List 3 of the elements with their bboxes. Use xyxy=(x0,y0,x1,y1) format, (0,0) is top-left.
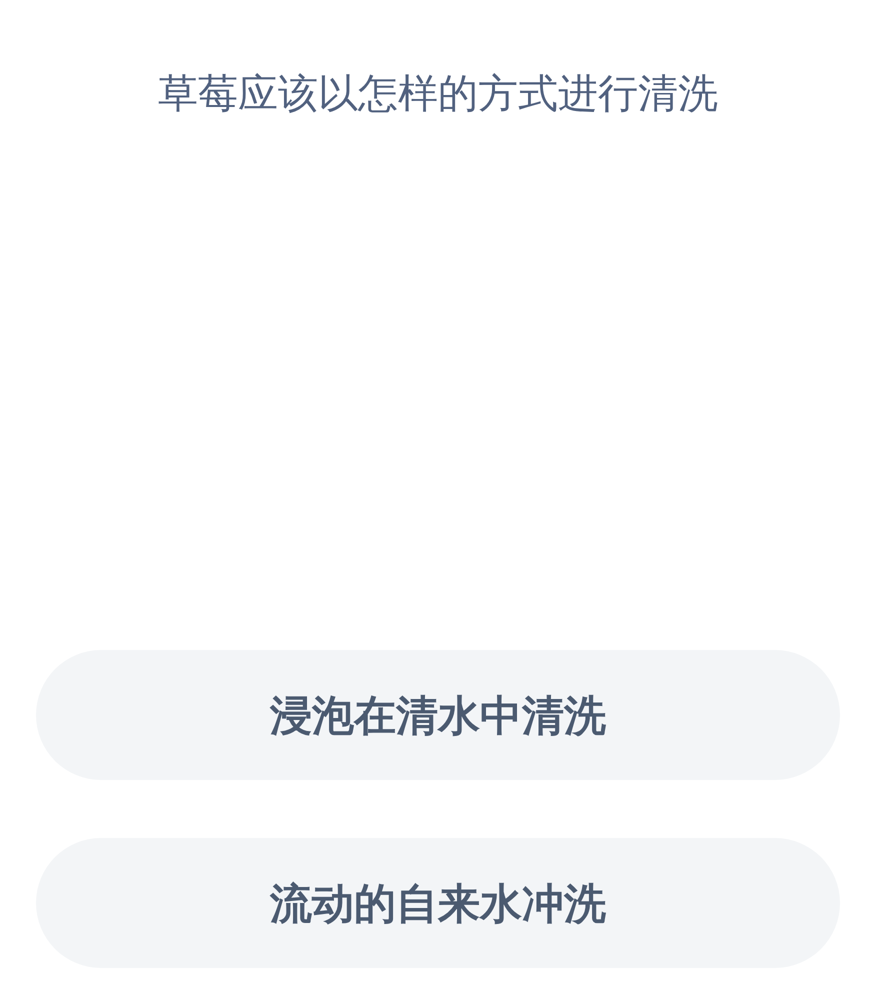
question-text: 草莓应该以怎样的方式进行清洗 xyxy=(158,71,718,118)
answer-option[interactable]: 流动的自来水冲洗 xyxy=(36,838,840,968)
answer-option[interactable]: 浸泡在清水中清洗 xyxy=(36,650,840,780)
